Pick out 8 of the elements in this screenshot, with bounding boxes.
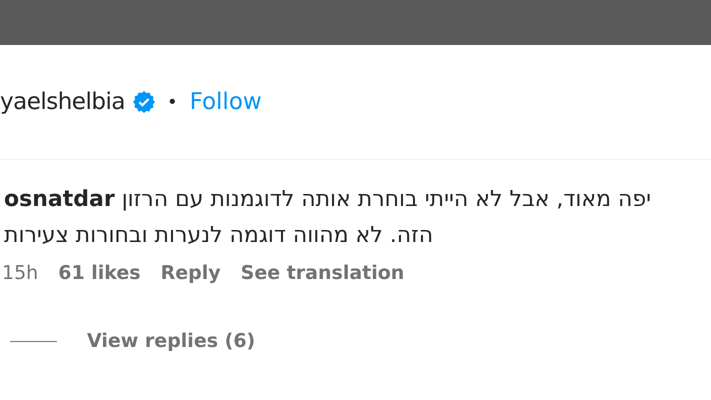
follow-link[interactable]: Follow (190, 89, 262, 115)
translation-link[interactable]: See translation (240, 262, 404, 284)
likes-count[interactable]: 61 likes (58, 262, 141, 284)
username[interactable]: yaelshelbia (0, 89, 125, 115)
separator-dot: • (166, 92, 178, 112)
reply-link[interactable]: Reply (160, 262, 221, 284)
comment-time: 15h (2, 262, 38, 284)
view-replies-link[interactable]: View replies (6) (87, 330, 256, 352)
